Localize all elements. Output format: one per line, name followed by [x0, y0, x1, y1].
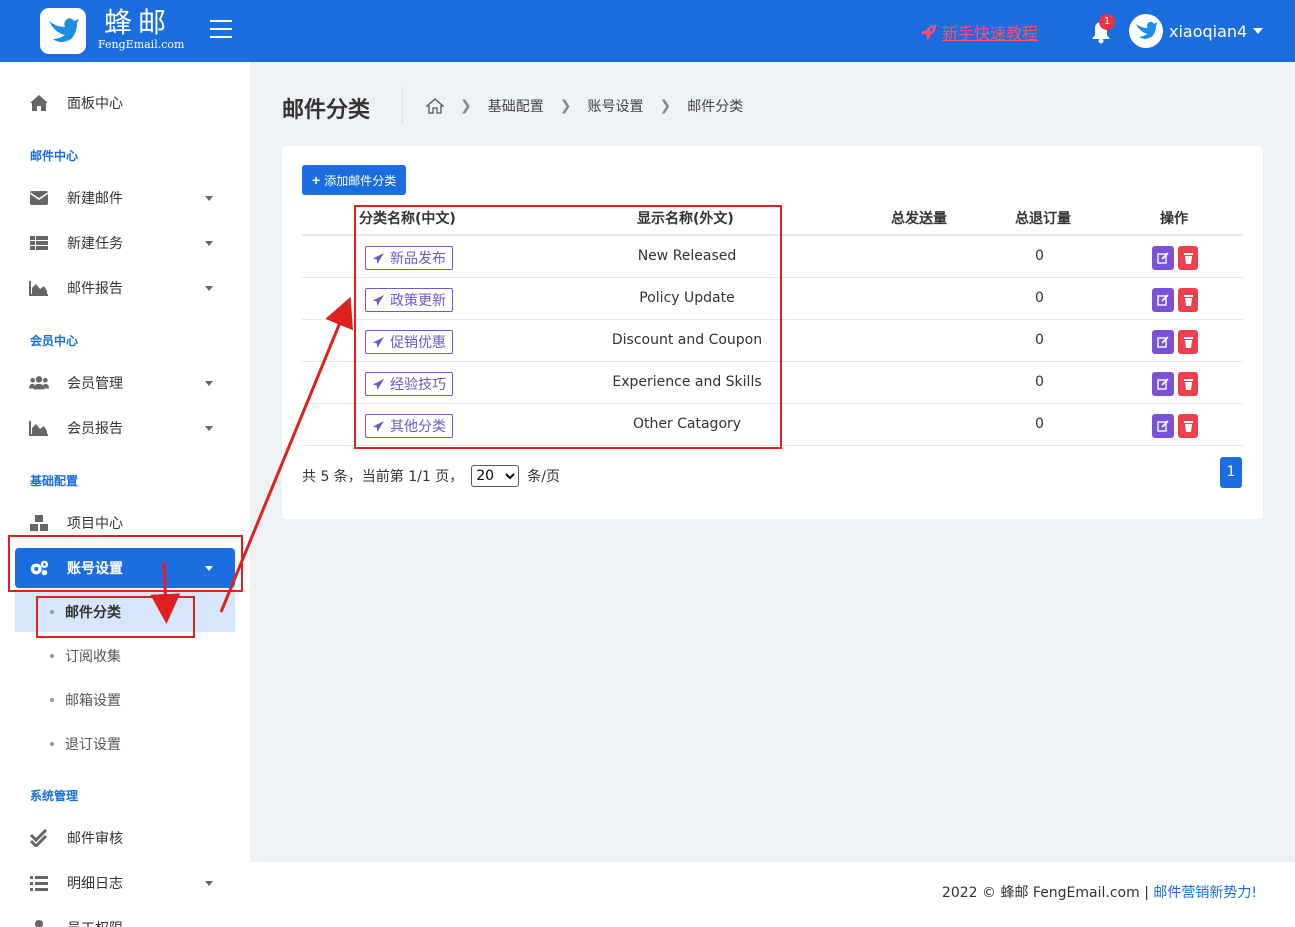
annotation-box-mail-category — [36, 596, 195, 638]
cubes-icon — [29, 513, 49, 533]
unsubscribe-count: 0 — [1035, 290, 1044, 306]
sidebar: 面板中心 邮件中心 新建邮件 新建任务 邮件报告 会员中心 会员管理 会员报告 … — [0, 62, 250, 927]
breadcrumb: ❯ 基础配置 ❯ 账号设置 ❯ 邮件分类 — [426, 96, 743, 116]
annotation-box-category-table — [354, 205, 782, 449]
double-check-icon — [29, 828, 49, 848]
sidebar-sub-unsubscribe-settings[interactable]: 退订设置 — [15, 724, 235, 764]
sidebar-sub-subscribe-collect[interactable]: 订阅收集 — [15, 636, 235, 676]
list-icon — [29, 873, 49, 893]
table-list-icon — [29, 233, 49, 253]
unsubscribe-count: 0 — [1035, 416, 1044, 432]
footer-copyright: 2022 © 蜂邮 FengEmail.com | — [941, 885, 1149, 901]
edit-button[interactable] — [1152, 414, 1174, 438]
page-button-current[interactable]: 1 — [1220, 457, 1242, 488]
footer: 2022 © 蜂邮 FengEmail.com | 邮件营销新势力! — [250, 862, 1295, 927]
edit-icon — [1157, 294, 1169, 306]
sidebar-item-staff-permission[interactable]: 员工权限 — [15, 908, 235, 927]
sidebar-item-mail-report[interactable]: 邮件报告 — [15, 268, 235, 308]
plus-icon: + — [312, 172, 321, 188]
sidebar-item-dashboard[interactable]: 面板中心 — [15, 83, 235, 123]
edit-button[interactable] — [1152, 246, 1174, 270]
avatar — [1129, 14, 1163, 48]
sidebar-sub-mailbox-settings[interactable]: 邮箱设置 — [15, 680, 235, 720]
sidebar-item-new-task[interactable]: 新建任务 — [15, 223, 235, 263]
edit-icon — [1157, 336, 1169, 348]
users-icon — [29, 373, 49, 393]
logo-subtitle: FengEmail.com — [98, 38, 185, 51]
sidebar-section-mail: 邮件中心 — [30, 149, 79, 163]
chevron-down-icon — [205, 241, 213, 246]
user-icon — [29, 918, 49, 927]
unsubscribe-count: 0 — [1035, 332, 1044, 348]
sidebar-section-base: 基础配置 — [30, 474, 79, 488]
tutorial-link[interactable]: 新手快速教程 — [920, 20, 1038, 44]
col-total-unsub: 总退订量 — [1015, 211, 1071, 227]
trash-icon — [1183, 295, 1193, 306]
edit-icon — [1157, 252, 1169, 264]
chevron-down-icon — [205, 381, 213, 386]
rocket-icon — [921, 25, 936, 40]
sidebar-item-member-report[interactable]: 会员报告 — [15, 408, 235, 448]
chevron-down-icon — [205, 196, 213, 201]
page-size-select[interactable]: 20 — [471, 465, 520, 487]
sidebar-item-new-mail[interactable]: 新建邮件 — [15, 178, 235, 218]
area-chart-icon — [29, 278, 49, 298]
trash-icon — [1183, 337, 1193, 348]
chevron-down-icon — [1253, 28, 1264, 34]
trash-icon — [1183, 379, 1193, 390]
logo-bird-icon[interactable] — [40, 8, 86, 54]
chevron-right-icon: ❯ — [659, 98, 672, 114]
page-title: 邮件分类 — [282, 98, 371, 123]
col-total-sent: 总发送量 — [891, 211, 947, 227]
username: xiaoqian4 — [1169, 21, 1248, 41]
logo-name[interactable]: 蜂邮 — [104, 6, 172, 40]
envelope-icon — [29, 188, 49, 208]
sidebar-section-member: 会员中心 — [30, 334, 79, 348]
unsubscribe-count: 0 — [1035, 374, 1044, 390]
notification-badge: 1 — [1099, 14, 1115, 30]
tutorial-label: 新手快速教程 — [942, 24, 1039, 43]
home-icon — [29, 93, 49, 113]
sidebar-item-member-manage[interactable]: 会员管理 — [15, 363, 235, 403]
area-chart-icon — [29, 418, 49, 438]
pagination-summary: 共 5 条，当前第 1/1 页， 20 条/页 — [302, 465, 560, 487]
col-actions: 操作 — [1160, 211, 1188, 227]
edit-icon — [1157, 420, 1169, 432]
top-header: 蜂邮 FengEmail.com 新手快速教程 1 xiaoqian4 — [0, 0, 1295, 62]
edit-button[interactable] — [1152, 330, 1174, 354]
breadcrumb-item-current: 邮件分类 — [687, 99, 744, 115]
home-icon[interactable] — [426, 98, 444, 114]
trash-icon — [1183, 253, 1193, 264]
chevron-right-icon: ❯ — [460, 98, 472, 114]
add-category-button[interactable]: + 添加邮件分类 — [302, 165, 407, 195]
sidebar-section-system: 系统管理 — [30, 789, 79, 803]
sidebar-item-detail-log[interactable]: 明细日志 — [15, 863, 235, 903]
delete-button[interactable] — [1178, 246, 1198, 270]
delete-button[interactable] — [1178, 330, 1198, 354]
breadcrumb-item[interactable]: 账号设置 — [587, 96, 643, 116]
edit-button[interactable] — [1152, 372, 1174, 396]
edit-button[interactable] — [1152, 288, 1174, 312]
sidebar-item-mail-audit[interactable]: 邮件审核 — [15, 818, 235, 858]
chevron-right-icon: ❯ — [559, 98, 572, 114]
menu-toggle-icon[interactable] — [210, 20, 232, 40]
annotation-box-account-settings — [8, 535, 243, 592]
chevron-down-icon — [205, 286, 213, 291]
delete-button[interactable] — [1178, 372, 1198, 396]
delete-button[interactable] — [1178, 414, 1198, 438]
footer-slogan-link[interactable]: 邮件营销新势力! — [1153, 885, 1257, 901]
breadcrumb-item[interactable]: 基础配置 — [488, 96, 544, 116]
chevron-down-icon — [205, 426, 213, 431]
user-menu[interactable]: xiaoqian4 — [1129, 14, 1264, 48]
chevron-down-icon — [205, 881, 213, 886]
delete-button[interactable] — [1178, 288, 1198, 312]
edit-icon — [1157, 378, 1169, 390]
trash-icon — [1183, 421, 1193, 432]
unsubscribe-count: 0 — [1035, 248, 1044, 264]
